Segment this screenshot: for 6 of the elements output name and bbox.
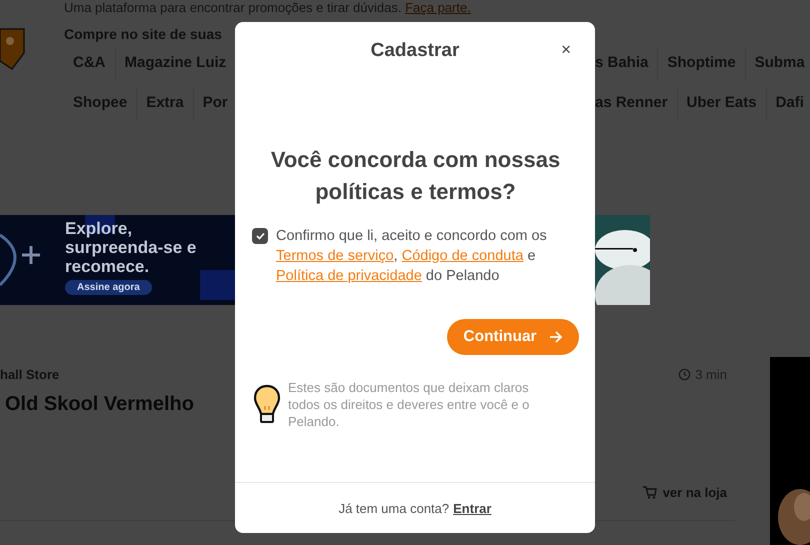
tip-text: Estes são documentos que deixam claros todos os direitos e deveres entre você e o Pelando. bbox=[288, 379, 530, 430]
dialog-title: Cadastrar bbox=[370, 40, 460, 62]
consent-text: Confirmo que li, aceito e concordo com os Termos de serviço, Código de conduta e Política de privacidade do Pelando bbox=[276, 227, 548, 286]
question-heading: Você concorda com nossas políticas e termos? bbox=[270, 146, 562, 206]
ad-headline: Explore, surpreenda-se e recomece. bbox=[65, 219, 198, 276]
footer-text: Já tem uma conta? bbox=[338, 500, 450, 516]
